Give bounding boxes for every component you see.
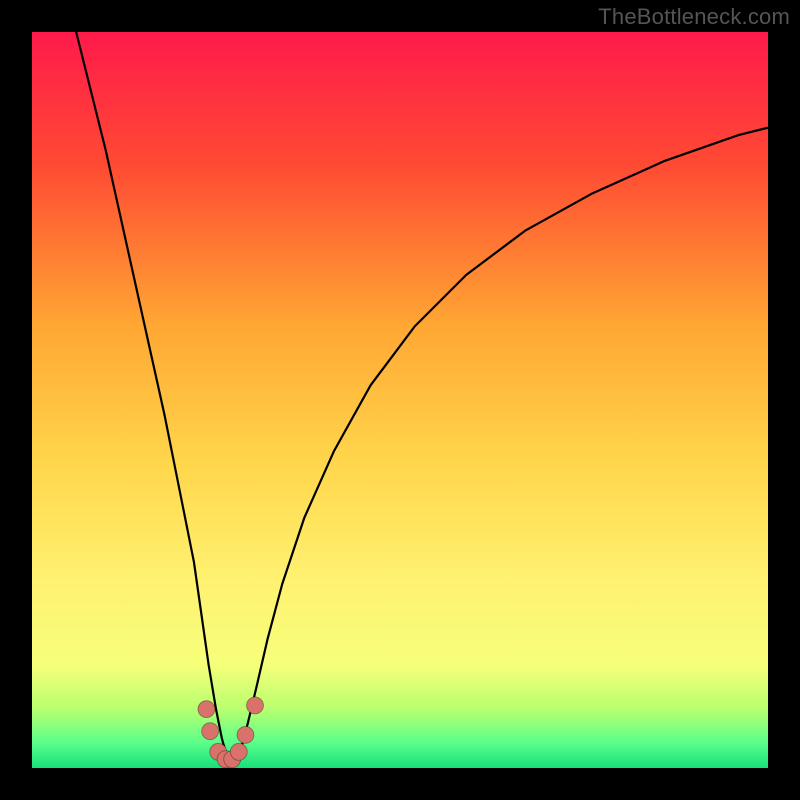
chart-frame: TheBottleneck.com	[0, 0, 800, 800]
curve-marker	[198, 701, 215, 718]
watermark-text: TheBottleneck.com	[598, 4, 790, 30]
curve-marker	[247, 697, 264, 714]
curve-marker	[237, 726, 254, 743]
plot-area	[32, 32, 768, 768]
bottleneck-chart	[32, 32, 768, 768]
curve-marker	[230, 743, 247, 760]
curve-marker	[202, 723, 219, 740]
gradient-background	[32, 32, 768, 768]
